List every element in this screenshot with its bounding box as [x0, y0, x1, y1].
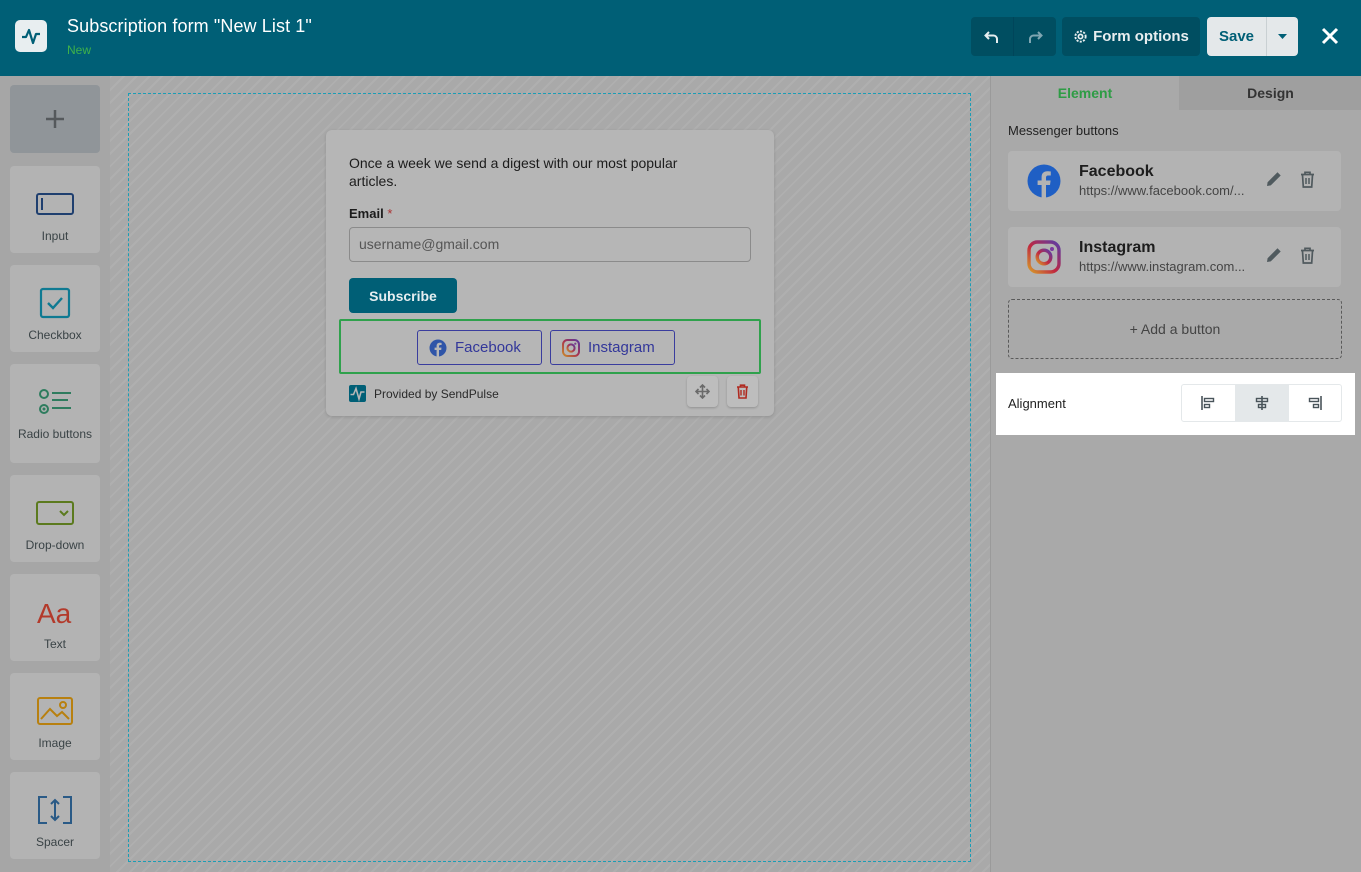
- facebook-button-label: Facebook: [455, 339, 521, 356]
- svg-text:Aa: Aa: [37, 598, 72, 627]
- add-button-button[interactable]: + Add a button: [1008, 299, 1342, 359]
- instagram-icon: [562, 338, 580, 357]
- trash-icon[interactable]: [1300, 171, 1315, 188]
- palette-item-label: Text: [43, 637, 66, 651]
- subscription-form: Once a week we send a digest with our mo…: [326, 130, 774, 416]
- palette-item-label: Spacer: [35, 835, 75, 849]
- pencil-icon[interactable]: [1265, 170, 1283, 188]
- email-field[interactable]: username@gmail.com: [349, 227, 751, 262]
- dropdown-icon: [36, 497, 74, 529]
- align-center-icon: [1255, 396, 1269, 410]
- align-left-icon: [1201, 396, 1215, 410]
- radio-buttons-icon: [38, 386, 72, 418]
- provided-by[interactable]: Provided by SendPulse: [349, 385, 499, 402]
- save-options-dropdown[interactable]: [1267, 17, 1298, 56]
- close-icon: [1321, 27, 1339, 45]
- align-center-button[interactable]: [1234, 385, 1288, 421]
- messenger-name: Instagram: [1079, 239, 1156, 256]
- trash-icon[interactable]: [1300, 247, 1315, 264]
- palette-item-input[interactable]: Input: [10, 166, 100, 253]
- alignment-toggle-group: [1181, 384, 1342, 422]
- history-controls: [971, 17, 1056, 56]
- palette-item-label: Radio buttons: [17, 427, 93, 441]
- palette-item-label: Drop-down: [25, 538, 85, 552]
- form-status: New: [67, 43, 92, 57]
- palette-item-drop-down[interactable]: Drop-down: [10, 475, 100, 562]
- messenger-url: https://www.instagram.com...: [1079, 259, 1246, 274]
- redo-icon: [1028, 30, 1043, 43]
- messenger-card-facebook: Facebook https://www.facebook.com/...: [1008, 151, 1341, 211]
- align-left-button[interactable]: [1182, 385, 1235, 421]
- palette-item-spacer[interactable]: Spacer: [10, 772, 100, 859]
- email-label[interactable]: Email *: [349, 206, 392, 221]
- delete-block-button[interactable]: [727, 376, 758, 407]
- facebook-icon: [429, 339, 447, 356]
- pencil-icon[interactable]: [1265, 246, 1283, 264]
- facebook-icon: [1027, 164, 1061, 198]
- gear-icon: [1074, 30, 1087, 43]
- provided-by-text: Provided by SendPulse: [374, 386, 499, 401]
- facebook-button[interactable]: Facebook: [417, 330, 542, 365]
- chevron-down-icon: [1278, 33, 1287, 39]
- trash-icon: [737, 384, 748, 399]
- required-mark: *: [387, 206, 393, 221]
- palette-item-label: Checkbox: [28, 328, 82, 342]
- save-split-button: Save: [1207, 17, 1298, 56]
- palette-item-checkbox[interactable]: Checkbox: [10, 265, 100, 352]
- panel-tabs: Element Design: [991, 76, 1361, 110]
- instagram-icon: [1027, 240, 1061, 274]
- image-icon: [37, 695, 73, 727]
- palette-item-text[interactable]: Aa Text: [10, 574, 100, 661]
- form-options-label: Form options: [1093, 28, 1189, 45]
- messenger-name: Facebook: [1079, 163, 1154, 180]
- close-button[interactable]: [1317, 22, 1343, 50]
- top-bar: Subscription form "New List 1" New Form …: [0, 0, 1361, 76]
- palette-item-image[interactable]: Image: [10, 673, 100, 760]
- messenger-buttons-block[interactable]: Facebook Instagram: [339, 319, 761, 374]
- plus-icon: [46, 110, 64, 128]
- move-block-button[interactable]: [687, 376, 718, 407]
- sendpulse-logo-icon: [15, 20, 47, 52]
- tab-element[interactable]: Element: [991, 76, 1179, 110]
- move-icon: [695, 384, 710, 399]
- save-button[interactable]: Save: [1207, 17, 1267, 56]
- palette-item-label: Image: [38, 736, 72, 750]
- align-right-icon: [1308, 396, 1322, 410]
- messenger-buttons-heading: Messenger buttons: [1008, 123, 1119, 138]
- email-label-text: Email: [349, 206, 384, 221]
- form-description[interactable]: Once a week we send a digest with our mo…: [349, 154, 729, 190]
- palette-item-radio-buttons[interactable]: Radio buttons: [10, 364, 100, 463]
- messenger-card-instagram: Instagram https://www.instagram.com...: [1008, 227, 1341, 287]
- element-palette: Input Checkbox Radio buttons Drop-down A…: [0, 76, 110, 872]
- instagram-button-label: Instagram: [588, 339, 655, 356]
- alignment-setting: Alignment: [996, 373, 1355, 435]
- properties-panel: Element Design Messenger buttons Faceboo…: [990, 76, 1361, 872]
- text-icon: Aa: [36, 596, 74, 628]
- spacer-icon: [37, 794, 73, 826]
- align-right-button[interactable]: [1287, 385, 1341, 421]
- undo-icon: [983, 30, 998, 43]
- checkbox-icon: [39, 287, 71, 319]
- form-options-button[interactable]: Form options: [1062, 17, 1200, 56]
- tab-design[interactable]: Design: [1179, 76, 1361, 110]
- alignment-label: Alignment: [1008, 396, 1066, 411]
- palette-item-label: Input: [41, 229, 69, 243]
- add-element-button[interactable]: [10, 85, 100, 153]
- sendpulse-logo-icon: [349, 385, 366, 402]
- subscribe-button[interactable]: Subscribe: [349, 278, 457, 313]
- page-title: Subscription form "New List 1": [67, 16, 312, 36]
- messenger-url: https://www.facebook.com/...: [1079, 183, 1245, 198]
- input-field-icon: [36, 188, 74, 220]
- undo-button[interactable]: [971, 17, 1014, 56]
- redo-button[interactable]: [1014, 17, 1057, 56]
- instagram-button[interactable]: Instagram: [550, 330, 675, 365]
